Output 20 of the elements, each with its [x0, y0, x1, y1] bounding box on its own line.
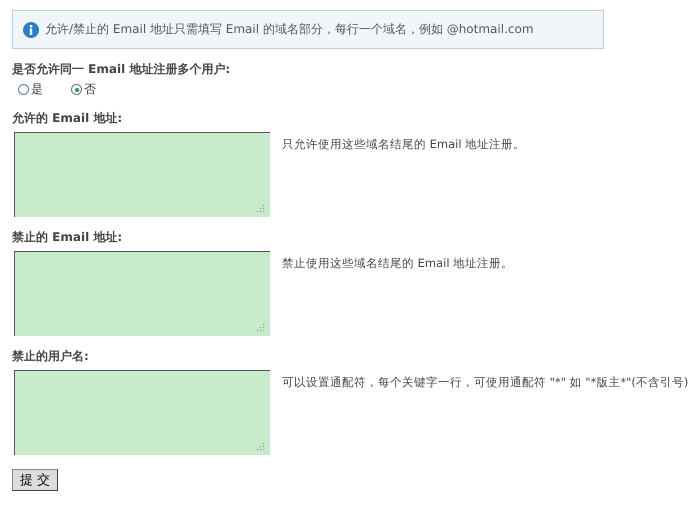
radio-button[interactable]: [18, 84, 29, 95]
radio-button[interactable]: [71, 84, 82, 95]
field-hint: 只允许使用这些域名结尾的 Email 地址注册。: [282, 137, 526, 152]
field-label: 禁止的 Email 地址:: [12, 229, 124, 246]
text-area[interactable]: [14, 132, 270, 217]
field-label: 是否允许同一 Email 地址注册多个用户:: [12, 61, 232, 78]
radio-label[interactable]: 否: [84, 81, 96, 98]
notice-text: 允许/禁止的 Email 地址只需填写 Email 的域名部分，每行一个域名，例如 @hotmail.com: [45, 21, 534, 38]
text-area[interactable]: [14, 370, 270, 455]
resize-grip-icon: [256, 204, 265, 213]
field-hint: 可以设置通配符，每个关键字一行，可使用通配符 "*" 如 "*版主*"(不含引号): [282, 375, 688, 390]
submit-button[interactable]: 提 交: [12, 469, 58, 491]
resize-grip-icon: [256, 323, 265, 332]
text-area[interactable]: [14, 251, 270, 336]
resize-grip-icon: [256, 442, 265, 451]
info-icon: [23, 22, 39, 38]
field-label: 禁止的用户名:: [12, 348, 90, 365]
radio-label[interactable]: 是: [31, 81, 43, 98]
field-hint: 禁止使用这些域名结尾的 Email 地址注册。: [282, 256, 514, 271]
field-label: 允许的 Email 地址:: [12, 110, 124, 127]
